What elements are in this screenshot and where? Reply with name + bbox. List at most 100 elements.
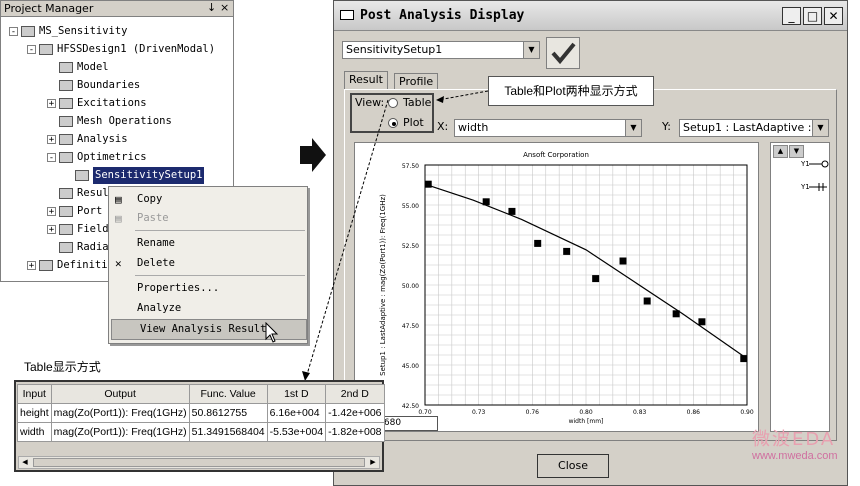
chevron-down-icon: ▼ <box>523 42 539 58</box>
window-title: Post Analysis Display <box>360 8 525 23</box>
watermark-logo: 微波EDA <box>752 429 836 450</box>
close-window-button[interactable]: ✕ <box>824 7 843 25</box>
port-icon <box>59 206 73 217</box>
scrollbar-thumb[interactable] <box>33 458 365 467</box>
minimize-button[interactable]: _ <box>782 7 801 25</box>
scroll-left-icon[interactable]: ◀ <box>19 457 31 468</box>
paste-icon: ▤ <box>115 212 122 225</box>
table-cell: height <box>17 403 52 423</box>
menu-item-label: Delete <box>137 257 175 269</box>
y-label: Y: <box>662 120 671 133</box>
data-point <box>740 355 748 363</box>
legend-marker-icon <box>809 183 827 191</box>
x-axis-label: width [mm] <box>569 418 604 425</box>
result-table-window: Input Output Func. Value 1st D 2nd D height m… <box>14 380 385 472</box>
column-header[interactable]: Output <box>50 384 190 404</box>
context-menu: ▤ Copy ▤ Paste Rename ✕ Delete Properties... Ana… <box>108 186 308 344</box>
results-icon <box>59 188 73 199</box>
menu-item-copy[interactable]: ▤ Copy <box>109 190 307 209</box>
column-header[interactable]: Input <box>17 384 52 404</box>
x-select-value: width <box>458 121 489 134</box>
collapse-icon[interactable]: - <box>27 45 36 55</box>
y-tick-label: 42.50 <box>402 403 419 410</box>
tree-item[interactable]: - MS_Sensitivity <box>1 23 233 40</box>
tree-item-label: Excitations <box>77 97 147 109</box>
tree-item[interactable]: + Excitations <box>1 95 233 112</box>
tree-item[interactable]: SensitivitySetup1 <box>1 167 233 184</box>
tab-result[interactable]: Result <box>344 71 388 91</box>
expand-icon[interactable]: + <box>47 135 56 145</box>
view-mode-callout: Table和Plot两种显示方式 <box>488 76 654 106</box>
legend-pane: ▲ ▼ Y1 Y1 <box>770 142 830 432</box>
table-radio[interactable] <box>388 98 398 108</box>
x-tick-label: 0.83 <box>633 409 647 416</box>
tree-item-label: Model <box>77 61 109 73</box>
tree-item[interactable]: - HFSSDesign1 (DrivenModal) <box>1 41 233 58</box>
tree-item-label: Analysis <box>77 133 128 145</box>
scroll-right-icon[interactable]: ▶ <box>367 457 379 468</box>
table-caption: Table显示方式 <box>24 360 101 374</box>
boundaries-icon <box>59 80 73 91</box>
x-tick-label: 0.70 <box>418 409 432 416</box>
collapse-icon[interactable]: - <box>47 153 56 163</box>
expand-icon[interactable]: + <box>47 225 56 235</box>
table-cell: -1.82e+008 <box>325 422 385 442</box>
plot-area[interactable]: 42.50 45.00 47.50 50.00 52.50 55.00 57.50 0.70 0… <box>354 142 759 432</box>
column-header[interactable]: 1st D <box>266 384 327 404</box>
right-arrow-icon <box>300 138 326 172</box>
tree-item[interactable]: Model <box>1 59 233 76</box>
menu-item-analyze[interactable]: Analyze <box>109 299 307 318</box>
close-button[interactable]: Close <box>537 454 609 478</box>
tree-item[interactable]: + Analysis <box>1 131 233 148</box>
sensitivity-icon <box>75 170 89 181</box>
maximize-button[interactable]: □ <box>803 7 822 25</box>
result-table: Input Output Func. Value 1st D 2nd D height m… <box>17 384 385 442</box>
setup-select-value: SensitivitySetup1 <box>346 43 443 56</box>
sensitivity-chart: 42.50 45.00 47.50 50.00 52.50 55.00 57.50 0.70 0… <box>379 151 754 425</box>
expand-icon[interactable]: + <box>47 207 56 217</box>
y-tick-label: 52.50 <box>402 243 419 250</box>
watermark-url: www.mweda.com <box>752 450 838 462</box>
table-row[interactable]: width mag(Zo(Port1)): Freq(1GHz) 51.349156… <box>17 422 385 442</box>
x-label: X: <box>437 120 449 133</box>
collapse-icon[interactable]: - <box>9 27 18 37</box>
table-cell: -1.42e+006 <box>325 403 385 423</box>
setup-select[interactable]: SensitivitySetup1 ▼ <box>342 41 540 59</box>
column-header[interactable]: Func. Value <box>188 384 268 404</box>
data-point <box>698 318 706 326</box>
scroll-down-button[interactable]: ▼ <box>789 145 804 158</box>
close-icon[interactable]: × <box>220 1 229 14</box>
data-point <box>563 247 571 255</box>
x-tick-label: 0.90 <box>740 409 754 416</box>
menu-item-paste[interactable]: ▤ Paste <box>109 209 307 228</box>
column-header[interactable]: 2nd D <box>325 384 385 404</box>
plot-radio[interactable] <box>388 118 398 128</box>
chevron-down-icon: ▼ <box>812 120 828 136</box>
pin-icon[interactable]: ↓ <box>207 1 216 14</box>
apply-button[interactable] <box>546 37 580 69</box>
menu-item-delete[interactable]: ✕ Delete <box>109 254 307 273</box>
design-icon <box>39 44 53 55</box>
data-point <box>482 198 490 206</box>
tree-item[interactable]: - Optimetrics <box>1 149 233 166</box>
table-row[interactable]: height mag(Zo(Port1)): Freq(1GHz) 50.86127… <box>17 403 385 423</box>
table-cell: 6.16e+004 <box>266 403 327 423</box>
horizontal-scrollbar[interactable]: ◀ ▶ <box>18 456 380 469</box>
expand-icon[interactable]: + <box>47 99 56 109</box>
y-select[interactable]: Setup1 : LastAdaptive : ma ▼ <box>679 119 829 137</box>
y-tick-label: 45.00 <box>402 363 419 370</box>
x-select[interactable]: width ▼ <box>454 119 642 137</box>
tree-item[interactable]: Boundaries <box>1 77 233 94</box>
tree-item[interactable]: Mesh Operations <box>1 113 233 130</box>
menu-item-rename[interactable]: Rename <box>109 234 307 253</box>
tree-item-label: Mesh Operations <box>77 115 172 127</box>
menu-item-properties[interactable]: Properties... <box>109 279 307 298</box>
mouse-cursor-icon <box>265 322 279 343</box>
expand-icon[interactable]: + <box>27 261 36 271</box>
copy-icon: ▤ <box>115 193 122 206</box>
mesh-icon <box>59 116 73 127</box>
scroll-up-button[interactable]: ▲ <box>773 145 788 158</box>
tree-item-label: SensitivitySetup1 <box>93 167 205 184</box>
tree-item-label: Resul <box>77 187 109 199</box>
y-tick-label: 57.50 <box>402 163 419 170</box>
